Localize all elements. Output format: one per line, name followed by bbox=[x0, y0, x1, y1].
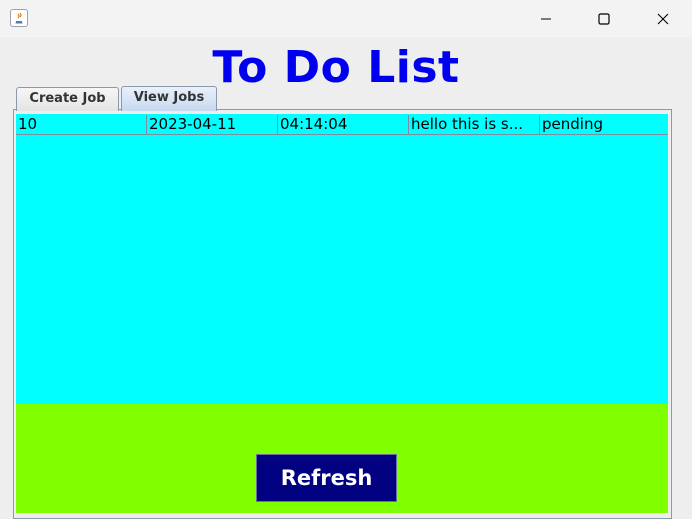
job-time-cell[interactable]: 04:14:04 bbox=[278, 115, 409, 134]
close-icon bbox=[657, 13, 669, 24]
jobs-table[interactable]: 10 2023-04-11 04:14:04 hello this is s..… bbox=[16, 114, 668, 404]
table-row[interactable]: 10 2023-04-11 04:14:04 hello this is s..… bbox=[16, 115, 668, 135]
job-description-cell[interactable]: hello this is s... bbox=[409, 115, 540, 134]
minimize-button[interactable] bbox=[523, 0, 569, 37]
refresh-button[interactable]: Refresh bbox=[256, 454, 397, 502]
job-date-cell[interactable]: 2023-04-11 bbox=[147, 115, 278, 134]
java-icon bbox=[10, 9, 28, 27]
maximize-button[interactable] bbox=[581, 0, 627, 37]
job-id-cell[interactable]: 10 bbox=[16, 115, 147, 134]
minimize-icon bbox=[541, 18, 551, 19]
close-button[interactable] bbox=[640, 0, 686, 37]
window-titlebar bbox=[0, 0, 692, 37]
tab-view-jobs[interactable]: View Jobs bbox=[121, 86, 217, 111]
job-status-cell[interactable]: pending bbox=[540, 115, 668, 134]
tab-create-job[interactable]: Create Job bbox=[16, 87, 119, 111]
maximize-icon bbox=[598, 12, 610, 25]
